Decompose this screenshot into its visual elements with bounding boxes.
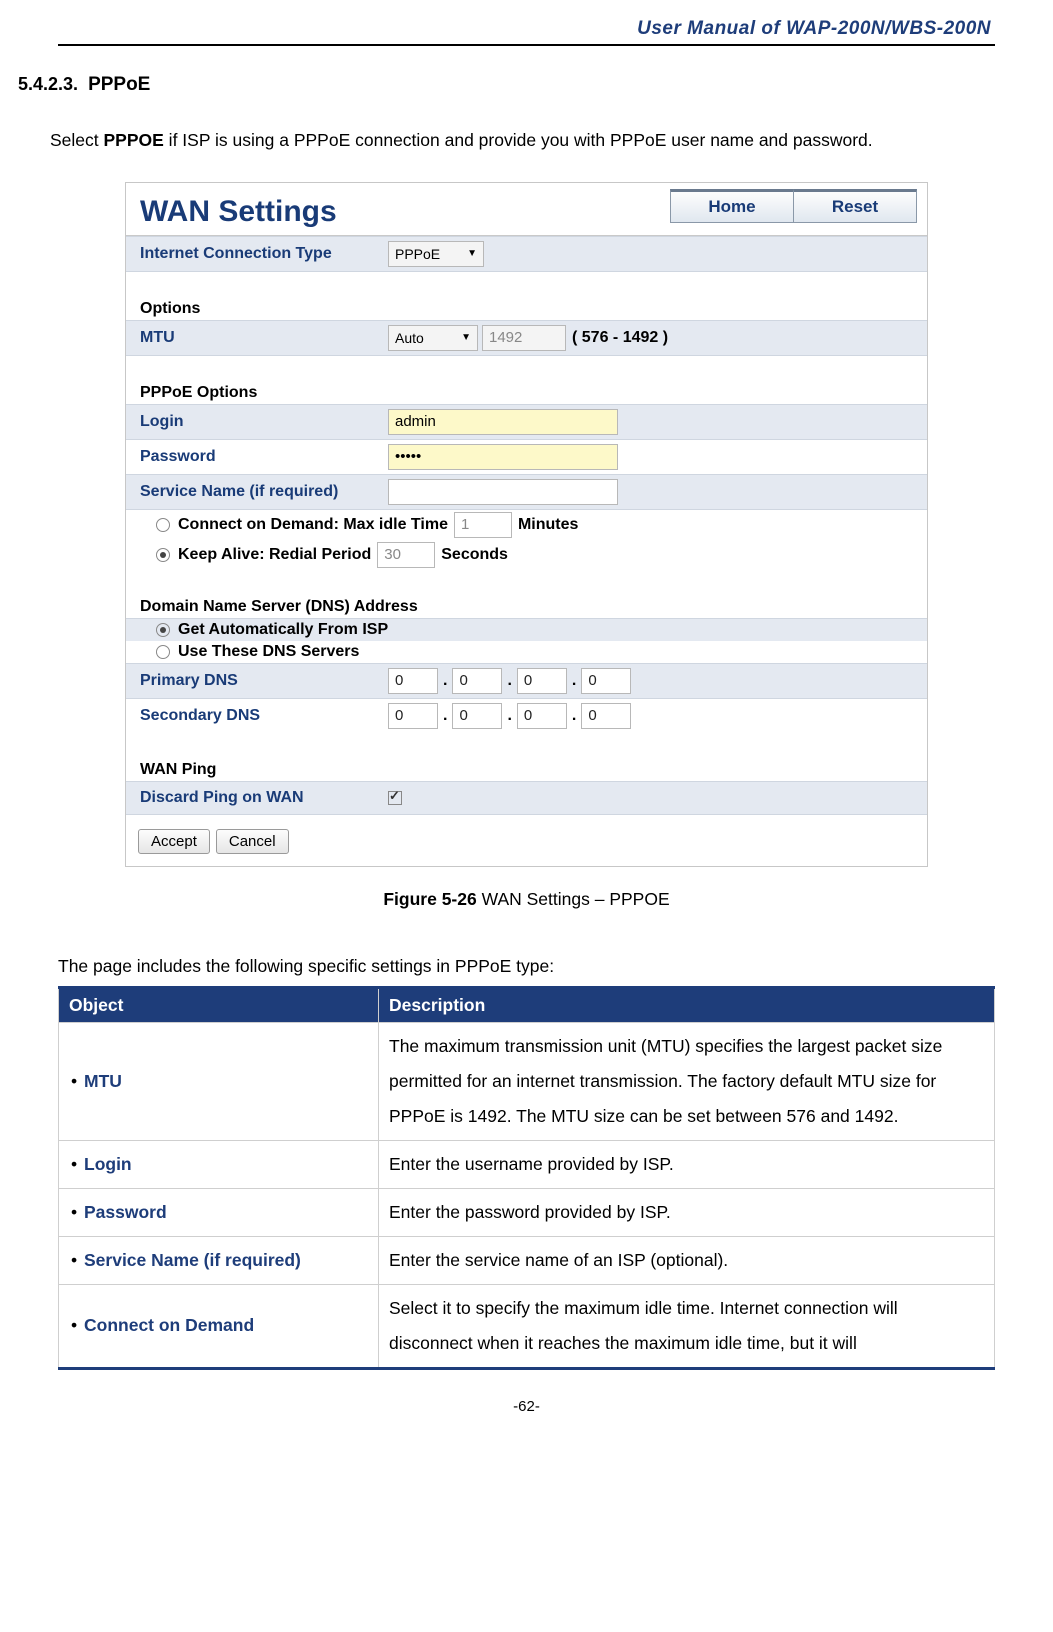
- pdns-oct2[interactable]: [452, 668, 502, 694]
- section-intro: Select PPPOE if ISP is using a PPPoE con…: [50, 126, 995, 156]
- desc-cell: Enter the service name of an ISP (option…: [379, 1236, 995, 1284]
- cod-radio[interactable]: [156, 518, 170, 532]
- ict-select[interactable]: PPPoE: [388, 241, 484, 267]
- password-input[interactable]: [388, 444, 618, 470]
- keep-radio[interactable]: [156, 548, 170, 562]
- cod-label-pre: Connect on Demand: Max idle Time: [178, 516, 448, 534]
- discard-checkbox[interactable]: [388, 791, 402, 805]
- desc-cell: Enter the password provided by ISP.: [379, 1188, 995, 1236]
- table-row: Connect on Demand Select it to specify t…: [59, 1284, 995, 1368]
- mtu-range: ( 576 - 1492 ): [572, 329, 668, 347]
- password-row: Password: [126, 440, 927, 474]
- login-input[interactable]: [388, 409, 618, 435]
- section-title: PPPoE: [88, 74, 150, 95]
- pdns-label: Primary DNS: [140, 672, 388, 690]
- service-input[interactable]: [388, 479, 618, 505]
- dns-auto-label: Get Automatically From ISP: [178, 621, 388, 639]
- sdns-oct4[interactable]: [581, 703, 631, 729]
- keep-value-input[interactable]: [377, 542, 435, 568]
- mtu-label: MTU: [140, 329, 388, 347]
- service-label: Service Name (if required): [140, 483, 388, 501]
- figure-caption: Figure 5-26 WAN Settings – PPPOE: [58, 889, 995, 910]
- figure-bold: Figure 5-26: [383, 889, 476, 909]
- obj-cell: Login: [59, 1140, 379, 1188]
- table-intro: The page includes the following specific…: [58, 952, 995, 982]
- pdns-oct3[interactable]: [517, 668, 567, 694]
- table-row: MTU The maximum transmission unit (MTU) …: [59, 1022, 995, 1140]
- sdns-label: Secondary DNS: [140, 707, 388, 725]
- keep-label-post: Seconds: [441, 546, 508, 564]
- dns-auto-radio[interactable]: [156, 623, 170, 637]
- ict-label: Internet Connection Type: [140, 245, 388, 263]
- login-row: Login: [126, 404, 927, 440]
- col-description: Description: [379, 987, 995, 1022]
- sdns-oct1[interactable]: [388, 703, 438, 729]
- obj-cell: Password: [59, 1188, 379, 1236]
- keep-label-pre: Keep Alive: Redial Period: [178, 546, 371, 564]
- discard-label: Discard Ping on WAN: [140, 789, 388, 807]
- figure-rest: WAN Settings – PPPOE: [477, 889, 670, 909]
- login-label: Login: [140, 413, 388, 431]
- dns-heading: Domain Name Server (DNS) Address: [126, 570, 927, 618]
- dns-manual-radio[interactable]: [156, 645, 170, 659]
- desc-cell: Select it to specify the maximum idle ti…: [379, 1284, 995, 1368]
- options-heading: Options: [126, 272, 927, 320]
- settings-table: Object Description MTU The maximum trans…: [58, 986, 995, 1370]
- col-object: Object: [59, 987, 379, 1022]
- intro-post: if ISP is using a PPPoE connection and p…: [164, 130, 873, 150]
- mtu-row: MTU Auto ( 576 - 1492 ): [126, 320, 927, 356]
- desc-cell: Enter the username provided by ISP.: [379, 1140, 995, 1188]
- cancel-button[interactable]: Cancel: [216, 829, 289, 854]
- connect-on-demand-row: Connect on Demand: Max idle Time Minutes: [126, 510, 927, 540]
- ict-row: Internet Connection Type PPPoE: [126, 236, 927, 272]
- pdns-oct4[interactable]: [581, 668, 631, 694]
- sdns-oct3[interactable]: [517, 703, 567, 729]
- panel-title: WAN Settings: [140, 189, 337, 229]
- obj-cell: MTU: [59, 1022, 379, 1140]
- section-number: 5.4.2.3.: [18, 74, 78, 94]
- keep-alive-row: Keep Alive: Redial Period Seconds: [126, 540, 927, 570]
- page-number: -62-: [58, 1398, 995, 1415]
- table-row: Login Enter the username provided by ISP…: [59, 1140, 995, 1188]
- pppoe-heading: PPPoE Options: [126, 356, 927, 404]
- pdns-inputs: . . .: [388, 668, 631, 694]
- table-row: Service Name (if required) Enter the ser…: [59, 1236, 995, 1284]
- home-button[interactable]: Home: [670, 189, 794, 223]
- intro-bold: PPPOE: [104, 130, 164, 150]
- password-label: Password: [140, 448, 388, 466]
- header-divider: [58, 44, 995, 46]
- table-row: Password Enter the password provided by …: [59, 1188, 995, 1236]
- accept-button[interactable]: Accept: [138, 829, 210, 854]
- dns-manual-row: Use These DNS Servers: [126, 641, 927, 663]
- wan-settings-screenshot: WAN Settings Home Reset Internet Connect…: [125, 182, 928, 867]
- mtu-value-input[interactable]: [482, 325, 566, 351]
- sdns-inputs: . . .: [388, 703, 631, 729]
- pdns-row: Primary DNS . . .: [126, 663, 927, 699]
- obj-cell: Connect on Demand: [59, 1284, 379, 1368]
- dns-manual-label: Use These DNS Servers: [178, 643, 359, 661]
- desc-cell: The maximum transmission unit (MTU) spec…: [379, 1022, 995, 1140]
- manual-title: User Manual of WAP-200N/WBS-200N: [58, 18, 995, 40]
- section-heading: 5.4.2.3. PPPoE: [18, 74, 995, 96]
- mtu-mode-select[interactable]: Auto: [388, 325, 478, 351]
- pdns-oct1[interactable]: [388, 668, 438, 694]
- sdns-oct2[interactable]: [452, 703, 502, 729]
- service-row: Service Name (if required): [126, 474, 927, 510]
- obj-cell: Service Name (if required): [59, 1236, 379, 1284]
- dns-auto-row: Get Automatically From ISP: [126, 618, 927, 641]
- intro-pre: Select: [50, 130, 104, 150]
- discard-row: Discard Ping on WAN: [126, 781, 927, 815]
- cod-label-post: Minutes: [518, 516, 578, 534]
- cod-value-input[interactable]: [454, 512, 512, 538]
- sdns-row: Secondary DNS . . .: [126, 699, 927, 733]
- wanping-heading: WAN Ping: [126, 733, 927, 781]
- reset-button[interactable]: Reset: [793, 189, 917, 223]
